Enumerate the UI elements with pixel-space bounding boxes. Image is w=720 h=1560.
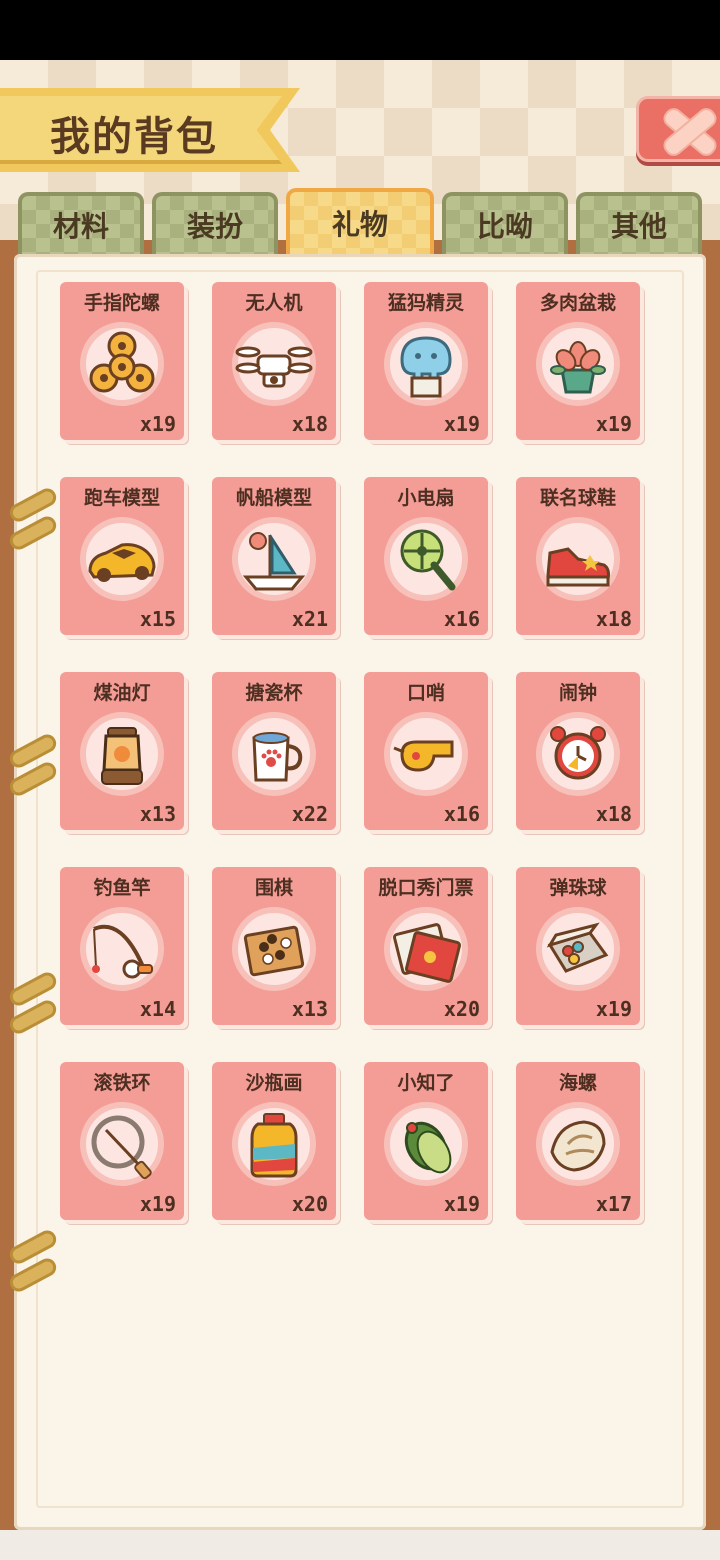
tab-label: 装扮 — [186, 210, 243, 243]
item-name: 口哨 — [406, 682, 445, 704]
item-count: x14 — [139, 997, 176, 1021]
item-count: x19 — [595, 412, 632, 436]
whistle-icon — [393, 740, 454, 772]
item-name: 多肉盆栽 — [539, 292, 616, 314]
item-count: x13 — [291, 997, 328, 1021]
item-count: x18 — [595, 802, 632, 826]
mammoth-spirit-icon — [400, 336, 452, 398]
tab-label: 材料 — [52, 210, 109, 243]
tab-others[interactable]: 其他 — [576, 192, 702, 254]
item-card[interactable]: 沙瓶画 x20 — [212, 1062, 336, 1220]
close-button[interactable] — [636, 96, 720, 162]
item-card[interactable]: 多肉盆栽 x19 — [516, 282, 640, 440]
item-name: 跑车模型 — [83, 487, 160, 509]
item-name: 钓鱼竿 — [93, 877, 151, 899]
item-count: x20 — [443, 997, 480, 1021]
item-name: 滚铁环 — [93, 1072, 151, 1094]
drone-icon — [235, 346, 313, 388]
tab-materials[interactable]: 材料 — [18, 192, 144, 254]
item-name: 脱口秀门票 — [378, 877, 474, 899]
item-card[interactable]: 口哨 x16 — [364, 672, 488, 830]
fidget-spinner-icon — [89, 331, 155, 393]
item-card[interactable]: 小电扇 x16 — [364, 477, 488, 635]
tab-label: 其他 — [610, 210, 667, 243]
item-count: x21 — [291, 607, 328, 631]
fishing-rod-icon — [92, 924, 153, 979]
item-count: x20 — [291, 1192, 328, 1216]
item-card[interactable]: 煤油灯 x13 — [60, 672, 184, 830]
item-name: 联名球鞋 — [539, 487, 616, 509]
item-count: x18 — [595, 607, 632, 631]
bottom-strip — [0, 1530, 720, 1560]
go-board-icon — [243, 925, 305, 977]
item-card[interactable]: 搪瓷杯 x22 — [212, 672, 336, 830]
item-name: 帆船模型 — [235, 487, 312, 509]
cicada-icon — [404, 1121, 452, 1174]
item-card[interactable]: 钓鱼竿 x14 — [60, 867, 184, 1025]
item-name: 搪瓷杯 — [245, 682, 303, 704]
tab-gifts[interactable]: 礼物 — [286, 188, 434, 254]
item-card[interactable]: 跑车模型 x15 — [60, 477, 184, 635]
item-card[interactable]: 闹钟 x18 — [516, 672, 640, 830]
item-name: 煤油灯 — [93, 682, 151, 704]
item-count: x18 — [291, 412, 328, 436]
item-name: 弹珠球 — [549, 877, 607, 899]
item-name: 小知了 — [397, 1072, 455, 1094]
item-card[interactable]: 猛犸精灵 x19 — [364, 282, 488, 440]
tab-label: 礼物 — [331, 208, 388, 241]
alarm-clock-icon — [550, 726, 606, 780]
item-card[interactable]: 无人机 x18 — [212, 282, 336, 440]
item-count: x13 — [139, 802, 176, 826]
item-card[interactable]: 脱口秀门票 x20 — [364, 867, 488, 1025]
sand-bottle-icon — [250, 1113, 298, 1178]
sailboat-model-icon — [242, 532, 306, 591]
item-name: 无人机 — [245, 292, 303, 314]
tab-outfits[interactable]: 装扮 — [152, 192, 278, 254]
item-card[interactable]: 滚铁环 x19 — [60, 1062, 184, 1220]
item-count: x16 — [443, 802, 480, 826]
item-count: x19 — [139, 412, 176, 436]
item-card[interactable]: 帆船模型 x21 — [212, 477, 336, 635]
item-card[interactable]: 围棋 x13 — [212, 867, 336, 1025]
small-fan-icon — [400, 529, 456, 591]
item-card[interactable]: 手指陀螺 x19 — [60, 282, 184, 440]
item-count: x22 — [291, 802, 328, 826]
sneaker-icon — [546, 547, 610, 587]
item-name: 猛犸精灵 — [387, 292, 464, 314]
item-count: x19 — [443, 1192, 480, 1216]
enamel-cup-icon — [252, 732, 303, 782]
marbles-box-icon — [546, 922, 609, 973]
item-count: x19 — [595, 997, 632, 1021]
item-count: x19 — [443, 412, 480, 436]
close-icon — [663, 108, 717, 156]
succulent-pot-icon — [550, 341, 606, 394]
tab-bar: 材料 装扮 礼物 比呦 其他 — [18, 188, 702, 254]
item-name: 海螺 — [558, 1072, 597, 1094]
item-name: 闹钟 — [558, 682, 597, 704]
page-title: 我的背包 — [50, 114, 218, 160]
status-bar — [0, 0, 720, 60]
tab-biyou[interactable]: 比呦 — [442, 192, 568, 254]
item-name: 沙瓶画 — [245, 1072, 303, 1094]
conch-shell-icon — [550, 1120, 606, 1172]
item-card[interactable]: 海螺 x17 — [516, 1062, 640, 1220]
hoop-roll-icon — [91, 1115, 152, 1180]
item-count: x16 — [443, 607, 480, 631]
item-name: 围棋 — [254, 877, 293, 899]
kerosene-lamp-icon — [101, 727, 143, 785]
item-count: x17 — [595, 1192, 632, 1216]
tab-label: 比呦 — [476, 210, 533, 243]
item-card[interactable]: 小知了 x19 — [364, 1062, 488, 1220]
item-card[interactable]: 弹珠球 x19 — [516, 867, 640, 1025]
item-count: x19 — [139, 1192, 176, 1216]
sports-car-model-icon — [88, 543, 156, 582]
item-card[interactable]: 联名球鞋 x18 — [516, 477, 640, 635]
item-count: x15 — [139, 607, 176, 631]
item-name: 小电扇 — [397, 487, 455, 509]
ticket-icon — [392, 923, 462, 983]
item-name: 手指陀螺 — [83, 292, 160, 314]
